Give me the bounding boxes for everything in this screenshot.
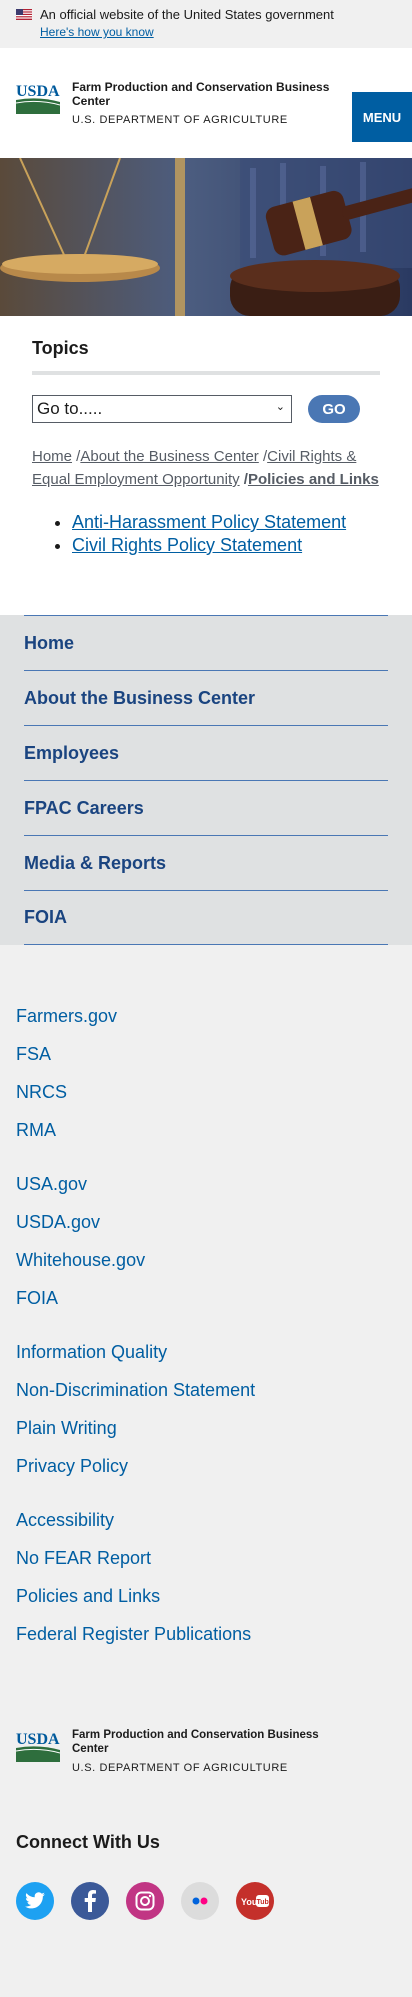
breadcrumb-separator: /: [258, 448, 268, 465]
usda-logo-icon: USDA: [16, 83, 60, 114]
sidenav-item-media-reports[interactable]: Media & Reports: [24, 835, 388, 890]
footer-link-accessibility[interactable]: Accessibility: [16, 1501, 396, 1539]
agency-name: Farm Production and Conservation Busines…: [72, 80, 330, 108]
goto-row: Go to..... ⌄ GO: [32, 395, 380, 423]
site-logo[interactable]: USDA Farm Production and Conservation Bu…: [0, 80, 342, 126]
twitter-icon[interactable]: [16, 1882, 54, 1920]
menu-button[interactable]: MENU: [352, 92, 412, 142]
agency-block: Farm Production and Conservation Busines…: [72, 80, 342, 126]
sidenav-item-about[interactable]: About the Business Center: [24, 670, 388, 725]
footer-department-name: U.S. DEPARTMENT OF AGRICULTURE: [72, 1762, 288, 1774]
main-content: Topics Go to..... ⌄ GO Home /About the B…: [0, 316, 412, 615]
footer-link-group-policies: Information Quality Non-Discrimination S…: [16, 1333, 396, 1485]
usda-logo-text: USDA: [16, 83, 60, 100]
footer-agency-block: Farm Production and Conservation Busines…: [72, 1728, 342, 1774]
department-name: U.S. DEPARTMENT OF AGRICULTURE: [72, 114, 288, 126]
footer-link-whitehouse-gov[interactable]: Whitehouse.gov: [16, 1241, 396, 1279]
connect-heading: Connect With Us: [16, 1832, 160, 1852]
footer-link-farmers-gov[interactable]: Farmers.gov: [16, 997, 396, 1035]
footer-link-fsa[interactable]: FSA: [16, 1035, 396, 1073]
topics-heading: Topics: [32, 338, 380, 375]
footer-link-information-quality[interactable]: Information Quality: [16, 1333, 396, 1371]
civil-rights-policy-link[interactable]: Civil Rights Policy Statement: [72, 535, 302, 555]
footer-link-federal-register[interactable]: Federal Register Publications: [16, 1615, 396, 1653]
go-button[interactable]: GO: [308, 395, 360, 423]
gavel-scales-image: [0, 158, 412, 316]
gov-banner-row: An official website of the United States…: [16, 7, 396, 22]
sidenav-item-fpac-careers[interactable]: FPAC Careers: [24, 780, 388, 835]
youtube-icon[interactable]: YouTube: [236, 1882, 274, 1920]
footer-link-no-fear[interactable]: No FEAR Report: [16, 1539, 396, 1577]
social-links: YouTube: [16, 1882, 274, 1920]
footer-link-privacy-policy[interactable]: Privacy Policy: [16, 1447, 396, 1485]
sidenav-item-employees[interactable]: Employees: [24, 725, 388, 780]
us-flag-icon: [16, 9, 32, 20]
footer-agency-name: Farm Production and Conservation Busines…: [72, 1729, 319, 1755]
goto-select-value: Go to.....: [37, 399, 103, 418]
hero-image: [0, 158, 412, 316]
flickr-icon[interactable]: [181, 1882, 219, 1920]
site-header: USDA Farm Production and Conservation Bu…: [0, 48, 412, 158]
breadcrumb-current: Policies and Links: [247, 471, 379, 488]
chevron-down-icon: ⌄: [275, 401, 285, 413]
gov-banner-text: An official website of the United States…: [40, 7, 334, 22]
footer-link-group-gov: USA.gov USDA.gov Whitehouse.gov FOIA: [16, 1165, 396, 1317]
footer-link-rma[interactable]: RMA: [16, 1111, 396, 1149]
svg-text:You: You: [241, 1897, 257, 1907]
sidenav-item-foia[interactable]: FOIA: [24, 890, 388, 945]
footer-link-usa-gov[interactable]: USA.gov: [16, 1165, 396, 1203]
footer-logo[interactable]: USDA Farm Production and Conservation Bu…: [16, 1728, 342, 1774]
anti-harassment-link[interactable]: Anti-Harassment Policy Statement: [72, 512, 346, 532]
breadcrumb-about[interactable]: About the Business Center: [80, 448, 258, 465]
footer-link-non-discrimination[interactable]: Non-Discrimination Statement: [16, 1371, 396, 1409]
footer-link-foia[interactable]: FOIA: [16, 1279, 396, 1317]
sidenav-item-home[interactable]: Home: [24, 615, 388, 670]
facebook-icon[interactable]: [71, 1882, 109, 1920]
policy-list: Anti-Harassment Policy Statement Civil R…: [32, 511, 380, 557]
footer-link-usda-gov[interactable]: USDA.gov: [16, 1203, 396, 1241]
svg-text:Tube: Tube: [257, 1899, 270, 1906]
breadcrumb-home[interactable]: Home: [32, 448, 72, 465]
footer-links: Farmers.gov FSA NRCS RMA USA.gov USDA.go…: [0, 945, 412, 1653]
breadcrumb-separator: /: [239, 471, 248, 488]
instagram-icon[interactable]: [126, 1882, 164, 1920]
goto-select[interactable]: Go to..... ⌄: [32, 395, 292, 423]
gov-banner: An official website of the United States…: [0, 0, 412, 48]
footer-link-plain-writing[interactable]: Plain Writing: [16, 1409, 396, 1447]
usda-logo-text: USDA: [16, 1731, 60, 1748]
list-item: Civil Rights Policy Statement: [72, 534, 380, 557]
footer-link-policies-links[interactable]: Policies and Links: [16, 1577, 396, 1615]
usda-logo-icon: USDA: [16, 1731, 60, 1762]
heres-how-you-know-link[interactable]: Here's how you know: [40, 25, 396, 39]
list-item: Anti-Harassment Policy Statement: [72, 511, 380, 534]
footer-link-group-agencies: Farmers.gov FSA NRCS RMA: [16, 997, 396, 1149]
side-navigation: Home About the Business Center Employees…: [0, 615, 412, 945]
footer-link-nrcs[interactable]: NRCS: [16, 1073, 396, 1111]
footer-link-group-misc: Accessibility No FEAR Report Policies an…: [16, 1501, 396, 1653]
breadcrumb: Home /About the Business Center /Civil R…: [32, 445, 380, 491]
